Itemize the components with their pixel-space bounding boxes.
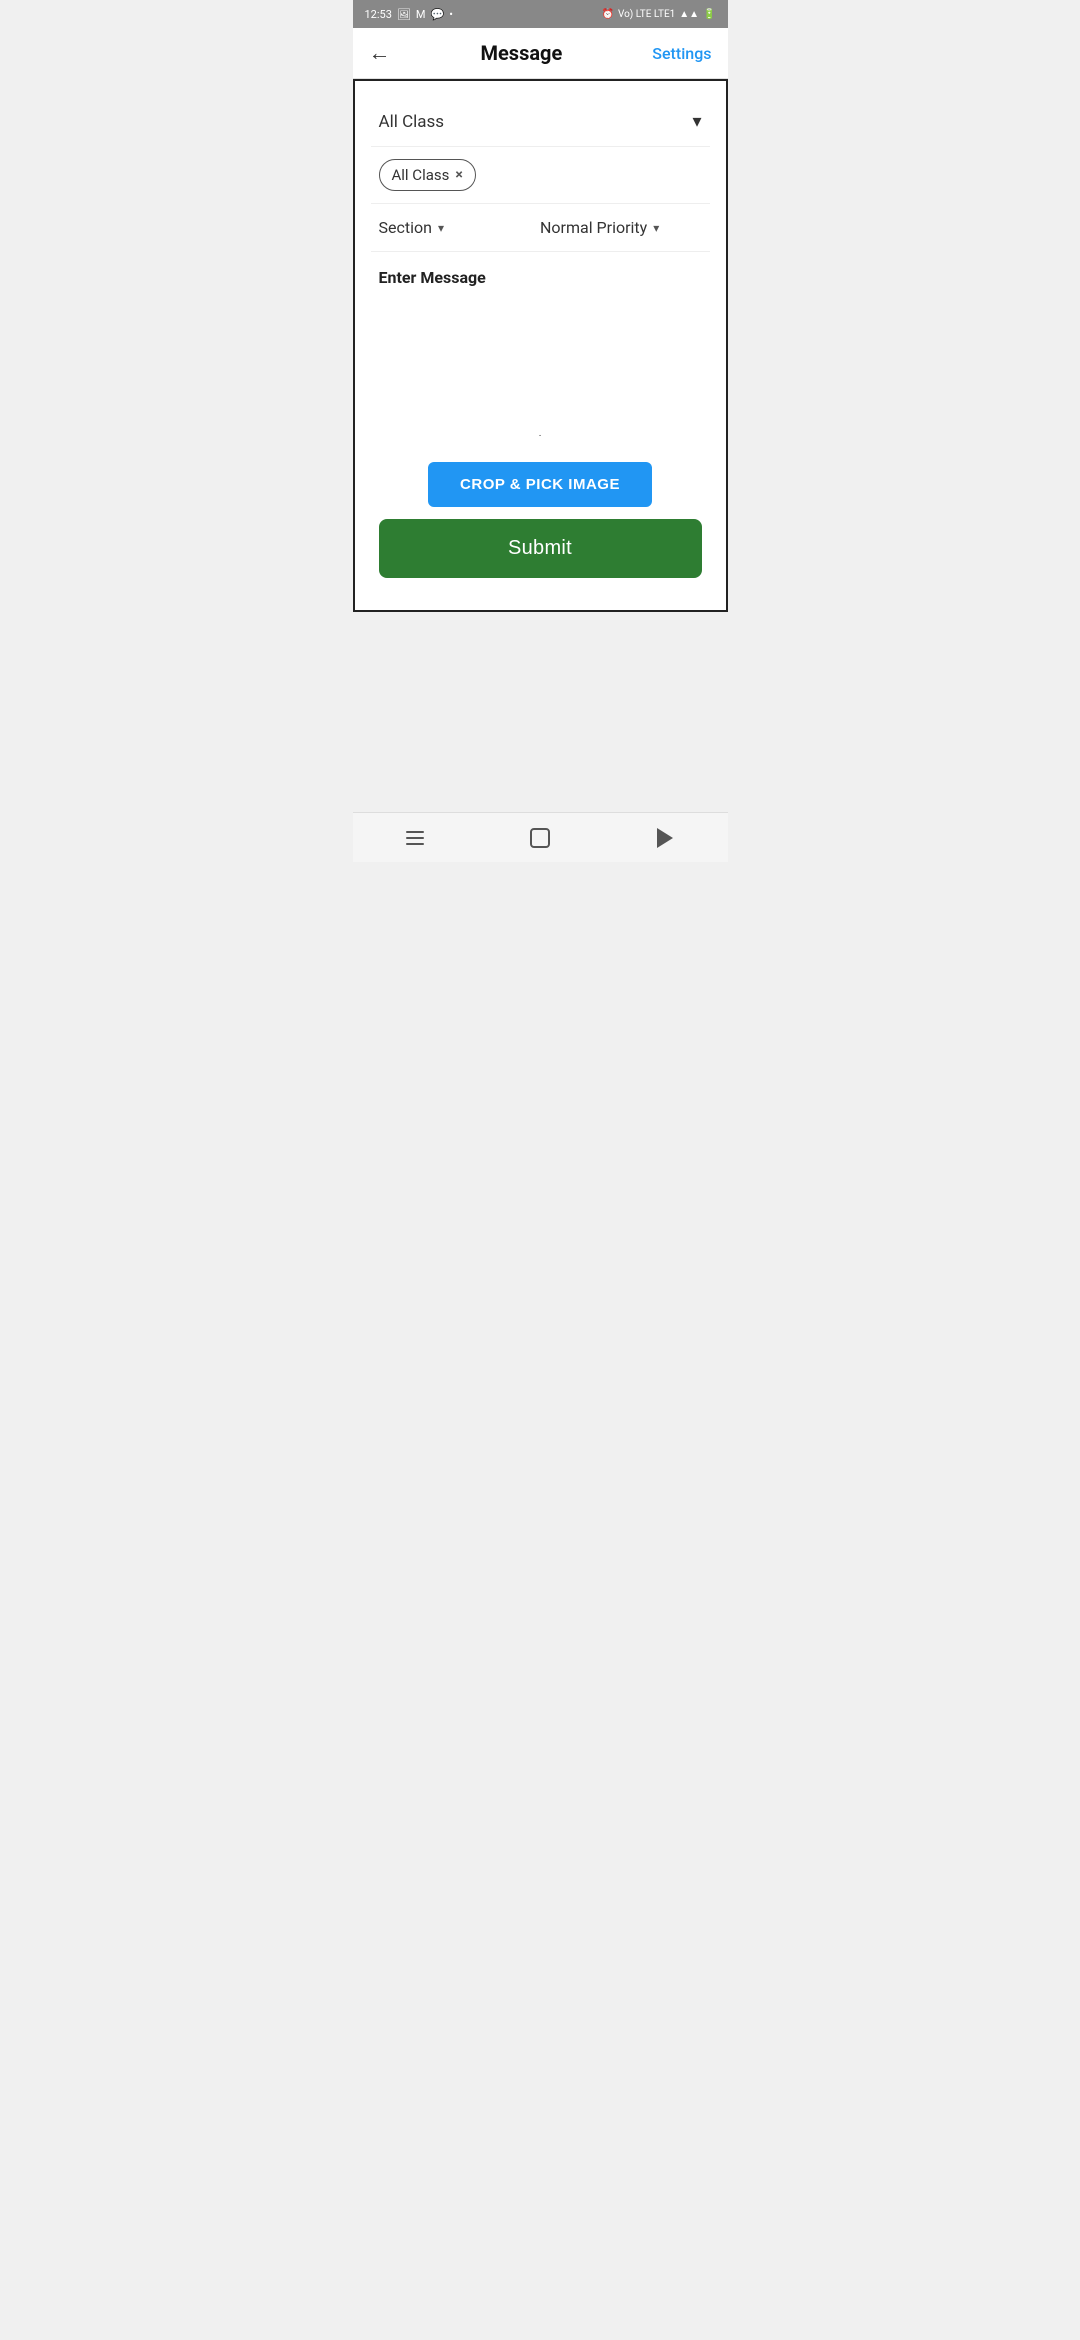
settings-button[interactable]: Settings — [652, 44, 711, 63]
message-input[interactable] — [379, 299, 702, 419]
message-label: Enter Message — [379, 268, 702, 287]
chat-icon: 💬 — [430, 8, 444, 21]
chevron-down-icon: ▾ — [692, 111, 701, 132]
wifi-icon: ▲▲ — [679, 9, 699, 20]
back-icon — [657, 828, 673, 848]
bottom-area — [353, 612, 728, 812]
back-button[interactable]: ← — [369, 40, 391, 66]
chip-close-icon[interactable]: × — [455, 167, 462, 183]
cursor-indicator: · — [371, 431, 710, 442]
class-dropdown[interactable]: All Class ▾ — [371, 97, 710, 147]
recent-apps-button[interactable] — [397, 824, 433, 852]
back-nav-button[interactable] — [647, 824, 683, 852]
class-dropdown-label: All Class — [379, 112, 445, 132]
time: 12:53 — [365, 8, 392, 21]
battery-icon: 🔋 — [703, 9, 715, 20]
message-section: Enter Message — [371, 252, 710, 431]
priority-chevron-icon: ▾ — [653, 221, 659, 235]
photo-icon: 🖼 — [397, 8, 411, 21]
filter-row: Section ▾ Normal Priority ▾ — [371, 204, 710, 252]
alarm-icon: ⏰ — [602, 9, 614, 20]
all-class-chip[interactable]: All Class × — [379, 159, 476, 191]
dot-icon: • — [449, 8, 453, 21]
android-nav-bar — [353, 812, 728, 862]
status-bar: 12:53 🖼 M 💬 • ⏰ Vo) LTE LTE1 ▲▲ 🔋 — [353, 0, 728, 28]
priority-filter[interactable]: Normal Priority ▾ — [540, 218, 702, 237]
chips-container: All Class × — [371, 147, 710, 204]
submit-button[interactable]: Submit — [379, 519, 702, 578]
section-chevron-icon: ▾ — [438, 221, 444, 235]
section-filter[interactable]: Section ▾ — [379, 218, 541, 237]
home-button[interactable] — [522, 824, 558, 852]
buttons-section: CROP & PICK IMAGE Submit — [371, 450, 710, 594]
status-right: ⏰ Vo) LTE LTE1 ▲▲ 🔋 — [602, 9, 716, 20]
page-title: Message — [481, 41, 563, 65]
nav-bar: ← Message Settings — [353, 28, 728, 79]
section-label: Section — [379, 218, 432, 237]
gmail-icon: M — [416, 8, 426, 21]
chip-label: All Class — [392, 166, 450, 184]
home-icon — [530, 828, 550, 848]
crop-pick-image-button[interactable]: CROP & PICK IMAGE — [428, 462, 652, 507]
recent-apps-icon — [406, 831, 424, 845]
priority-label: Normal Priority — [540, 218, 647, 237]
status-left: 12:53 🖼 M 💬 • — [365, 8, 453, 21]
main-content: All Class ▾ All Class × Section ▾ Normal… — [353, 79, 728, 612]
signal-text: Vo) LTE LTE1 — [618, 9, 675, 20]
